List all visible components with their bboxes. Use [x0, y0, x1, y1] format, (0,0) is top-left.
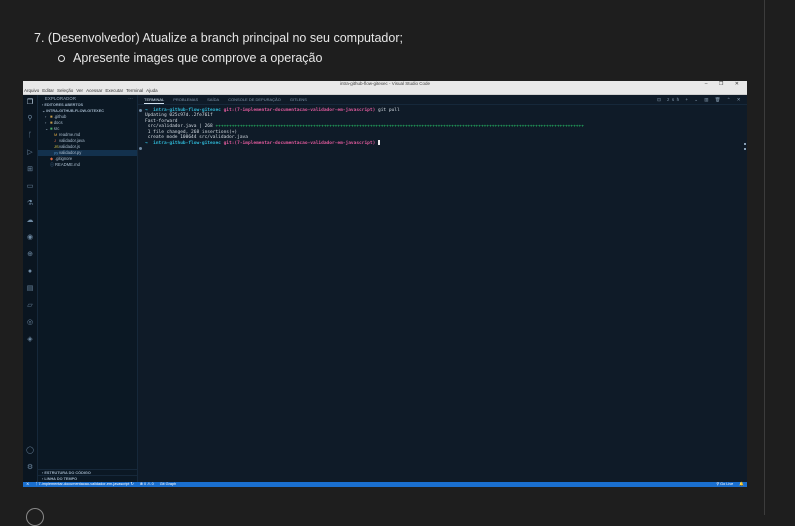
settings-gear-icon[interactable]: ⚙: [26, 464, 34, 472]
panel-tabs: TERMINAL PROBLEMAS SAÍDA CONSOLE DE DEPU…: [138, 95, 747, 105]
files-icon[interactable]: ❐: [26, 99, 34, 107]
terminal-line: Updating 025c97d..2fe761f: [145, 113, 213, 119]
command-decoration-icon: [139, 147, 142, 150]
menu-arquivo[interactable]: Arquivo: [24, 87, 39, 94]
tab-debug-console[interactable]: CONSOLE DE DEPURAÇÃO: [228, 95, 281, 104]
tree-item-label: validador.py: [59, 150, 82, 155]
testing-icon[interactable]: ⚗: [26, 200, 34, 208]
tree-item-label: .gitignore: [55, 156, 73, 161]
tab-gitlens[interactable]: GITLENS: [290, 95, 307, 104]
window-controls[interactable]: – ❐ ✕: [705, 81, 744, 87]
terminal-command: git pull: [375, 108, 400, 113]
terminal-output[interactable]: → intra-github-flow-gitexec git:(7-imple…: [145, 108, 741, 147]
extension-panel-icon[interactable]: ◈: [26, 336, 34, 344]
more-actions-icon[interactable]: ···: [128, 95, 133, 102]
terminal-line: create mode 100644 src/validador.java: [145, 135, 248, 141]
tree-item-label: validador.js: [59, 144, 80, 149]
prompt-branch: git:(7-implementar-documentacao-validado…: [223, 141, 376, 147]
explorer-sidebar: EXPLORADOR ··· › EDITORES ABERTOS ⌄ INTR…: [38, 95, 138, 482]
vscode-screenshot: intra-github-flow-gitexec - Visual Studi…: [23, 81, 747, 487]
instruction-sub-text: Apresente images que comprove a operação: [73, 51, 323, 65]
tab-terminal[interactable]: TERMINAL: [144, 95, 165, 104]
menu-executar[interactable]: Executar: [105, 87, 123, 94]
instruction-sub-item: Apresente images que comprove a operação: [58, 51, 322, 65]
window-title: intra-github-flow-gitexec - Visual Studi…: [340, 81, 430, 86]
tab-output[interactable]: SAÍDA: [207, 95, 219, 104]
menu-ajuda[interactable]: Ajuda: [146, 87, 158, 94]
diff-stat-plus: ++++++++++++++++++++++++++++++++++++++++…: [215, 124, 584, 130]
database-icon[interactable]: ●: [26, 268, 34, 276]
docker-icon[interactable]: ☁: [26, 217, 34, 225]
instruction-step: 7. (Desenvolvedor) Atualize a branch pri…: [34, 31, 403, 45]
tab-problems[interactable]: PROBLEMAS: [173, 95, 198, 104]
explorer-title: EXPLORADOR: [45, 96, 77, 101]
page-divider: [764, 0, 765, 515]
source-control-icon[interactable]: ᚴ: [26, 132, 34, 140]
tree-item-label: src: [53, 126, 60, 131]
project-name: INTRA-GITHUB-FLOW-GITEXEC: [46, 109, 104, 113]
notes-icon[interactable]: ▤: [26, 285, 34, 293]
folder-icon[interactable]: ▱: [26, 302, 34, 310]
menu-bar: Arquivo Editar Seleção Ver Acessar Execu…: [23, 87, 747, 95]
scrollbar-marker[interactable]: [744, 143, 746, 145]
hollow-bullet-icon: [58, 54, 65, 62]
remote-indicator[interactable]: ⨯: [26, 482, 29, 487]
extensions-icon[interactable]: ⊞: [26, 166, 34, 174]
terminal-line: src/validador.java | 268: [145, 124, 216, 130]
tree-item-label: docs: [53, 120, 63, 125]
timeline-section[interactable]: › LINHA DO TEMPO: [38, 475, 137, 482]
circle-icon[interactable]: [26, 508, 44, 526]
menu-selecao[interactable]: Seleção: [57, 87, 73, 94]
search-icon[interactable]: ⚲: [26, 115, 34, 123]
scrollbar-marker[interactable]: [744, 148, 746, 150]
tree-item-readme[interactable]: ⓘREADME.md: [38, 162, 137, 168]
menu-ver[interactable]: Ver: [76, 87, 83, 94]
live-share-icon[interactable]: ⊕: [26, 251, 34, 259]
notifications-bell-icon[interactable]: 🔔: [739, 482, 744, 487]
terminal-panel: TERMINAL PROBLEMAS SAÍDA CONSOLE DE DEPU…: [138, 95, 747, 482]
menu-editar[interactable]: Editar: [42, 87, 54, 94]
command-decoration-icon: [139, 109, 142, 112]
menu-terminal[interactable]: Terminal: [126, 87, 143, 94]
explorer-header: EXPLORADOR ···: [38, 95, 137, 102]
gitlens-icon[interactable]: ◉: [26, 234, 34, 242]
tree-item-label: README.md: [55, 162, 80, 167]
go-live-button[interactable]: ⚲ Go Live: [716, 482, 733, 487]
timeline-label: LINHA DO TEMPO: [44, 477, 78, 481]
status-problems[interactable]: ⊗ 0 ⚠ 0: [140, 482, 154, 487]
run-debug-icon[interactable]: ▷: [26, 149, 34, 157]
menu-acessar[interactable]: Acessar: [86, 87, 102, 94]
status-bar: ⨯ ᚴ 7-implementar-documentacao-validador…: [23, 482, 747, 487]
panel-toolbar[interactable]: ⊡ zsh + ⌄ ▥ 🗑 ⌃ ✕: [657, 95, 743, 104]
tree-item-label: validador.java: [59, 138, 85, 143]
open-editors-label: EDITORES ABERTOS: [44, 103, 84, 107]
activity-bar: ❐ ⚲ ᚴ ▷ ⊞ ▭ ⚗ ☁ ◉ ⊕ ● ▤ ▱ ◎ ◈ ◯ ⚙: [23, 95, 38, 482]
github-icon[interactable]: ◎: [26, 319, 34, 327]
status-git-graph[interactable]: Git Graph: [160, 482, 176, 487]
prompt-branch: git:(7-implementar-documentacao-validado…: [223, 108, 376, 113]
prompt-directory: → intra-github-flow-gitexec: [145, 141, 221, 147]
remote-explorer-icon[interactable]: ▭: [26, 183, 34, 191]
tree-item-label: readme.md: [59, 132, 81, 137]
window-titlebar: intra-github-flow-gitexec - Visual Studi…: [23, 81, 747, 87]
account-icon[interactable]: ◯: [26, 447, 34, 455]
terminal-line: 1 file changed, 268 insertions(+): [145, 129, 238, 135]
status-branch[interactable]: ᚴ 7-implementar-documentacao-validador-e…: [35, 482, 134, 487]
terminal-cursor: [378, 140, 381, 145]
tree-item-label: .github: [53, 114, 67, 119]
